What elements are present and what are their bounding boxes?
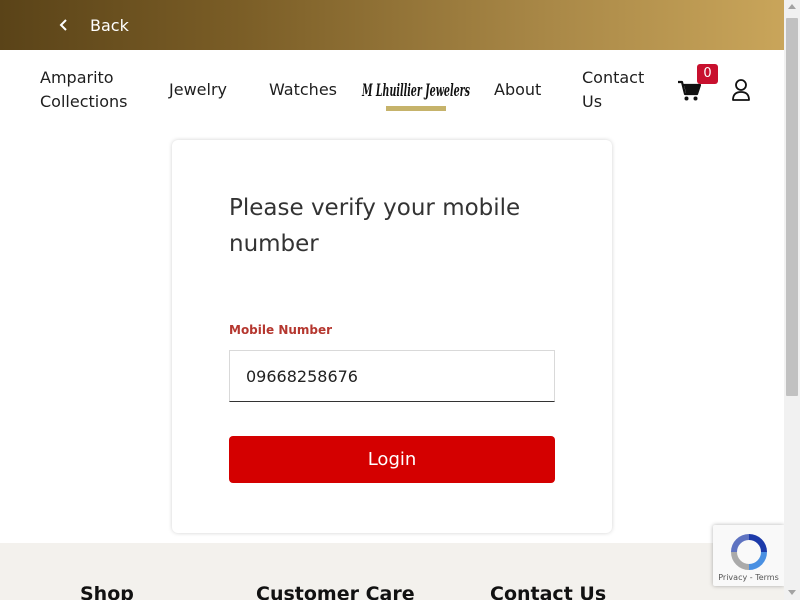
mobile-number-label: Mobile Number: [229, 323, 333, 337]
page-title: Please verify your mobile number: [229, 195, 521, 257]
recaptcha-terms-link[interactable]: Terms: [755, 573, 779, 582]
recaptcha-privacy-link[interactable]: Privacy: [718, 573, 747, 582]
recaptcha-links: Privacy - Terms: [718, 573, 779, 582]
recaptcha-badge[interactable]: Privacy - Terms: [713, 525, 784, 586]
login-button[interactable]: Login: [229, 436, 555, 483]
brand-logo[interactable]: M Lhuillier Jewelers: [360, 74, 474, 120]
chevron-left-icon: [59, 19, 67, 31]
cart-count-badge: 0: [697, 64, 718, 84]
scroll-up-arrow-icon[interactable]: [788, 4, 796, 9]
nav-jewelry[interactable]: Jewelry: [169, 78, 227, 102]
back-button[interactable]: Back: [58, 16, 129, 35]
scroll-down-arrow-icon[interactable]: [788, 590, 796, 595]
footer-heading-contact-us: Contact Us: [490, 583, 607, 600]
footer-heading-shop: Shop: [80, 583, 134, 600]
nav-contact-us[interactable]: Contact Us: [582, 66, 644, 114]
nav-about[interactable]: About: [494, 78, 541, 102]
nav-watches[interactable]: Watches: [269, 78, 337, 102]
verify-card: Please verify your mobile number Mobile …: [172, 140, 612, 533]
vertical-scrollbar[interactable]: [784, 0, 800, 600]
nav-amparito-collections[interactable]: Amparito Collections: [40, 66, 127, 114]
footer: Shop Customer Care Contact Us: [0, 543, 784, 600]
recaptcha-icon: [731, 534, 767, 570]
scrollbar-thumb[interactable]: [786, 18, 798, 396]
footer-heading-customer-care: Customer Care: [256, 583, 415, 600]
main-nav: Amparito Collections Jewelry Watches M L…: [0, 50, 784, 132]
top-bar: Back: [0, 0, 784, 50]
back-label: Back: [90, 15, 129, 35]
svg-text:M Lhuillier Jewelers: M Lhuillier Jewelers: [361, 81, 470, 101]
mobile-number-input[interactable]: 09668258676: [229, 350, 555, 402]
user-icon[interactable]: [731, 78, 751, 102]
